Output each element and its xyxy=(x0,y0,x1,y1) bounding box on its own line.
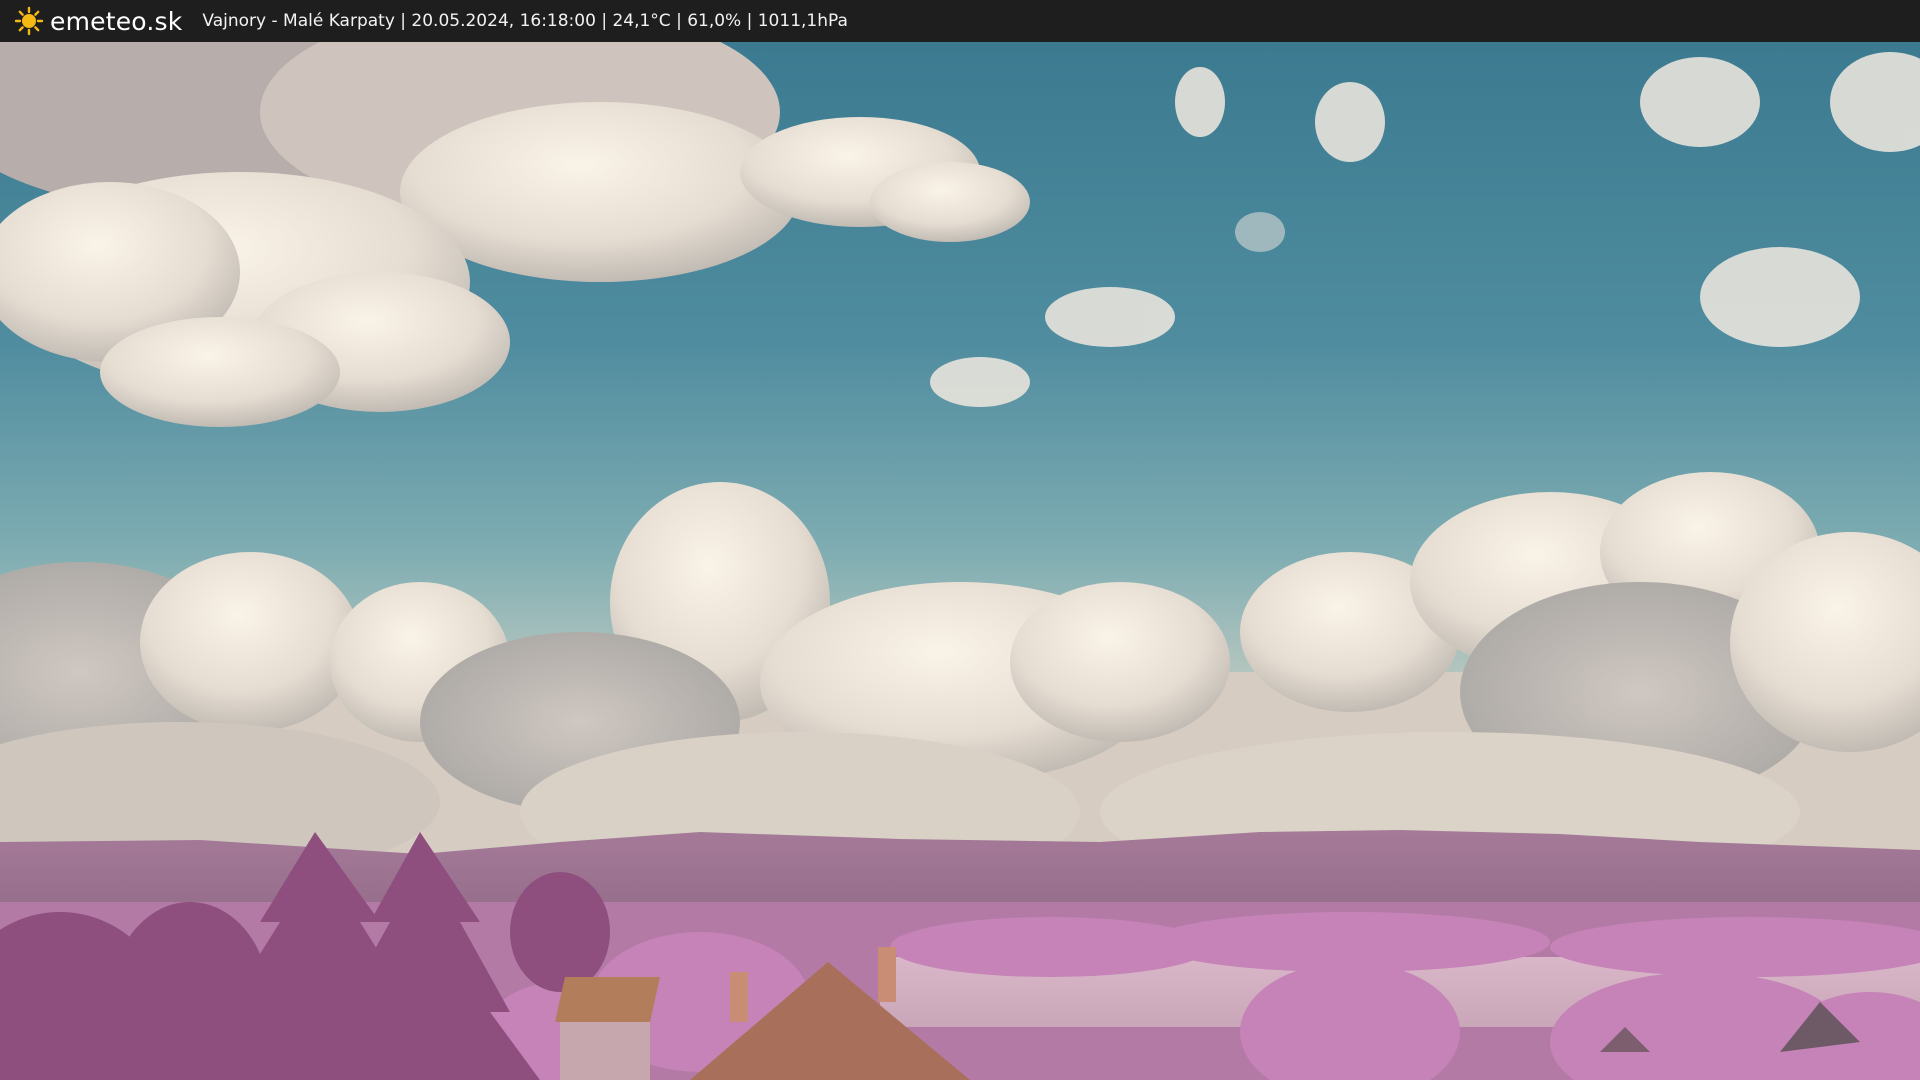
webcam-caption: Vajnory - Malé Karpaty | 20.05.2024, 16:… xyxy=(202,11,848,31)
site-logo[interactable]: emeteo.sk xyxy=(14,6,182,36)
house-left xyxy=(555,977,660,1080)
logo-text: emeteo.sk xyxy=(50,6,183,36)
webcam-image xyxy=(0,42,1920,1080)
sun-icon xyxy=(14,6,44,36)
header-bar: emeteo.sk Vajnory - Malé Karpaty | 20.05… xyxy=(0,0,1920,42)
